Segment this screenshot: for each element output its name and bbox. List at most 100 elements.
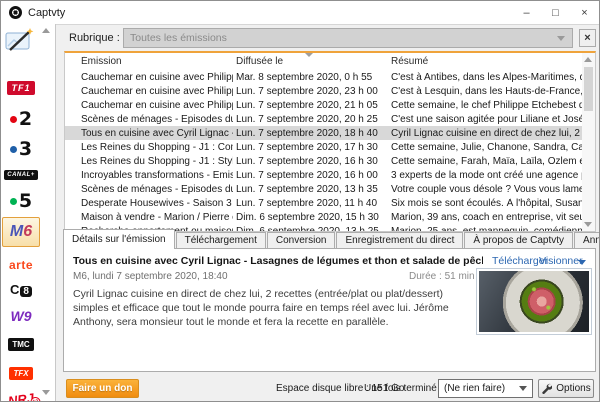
table-cell: Lun. 7 septembre 2020, 21 h 05 (236, 99, 378, 111)
channel-c8[interactable]: C8 (1, 281, 41, 299)
sort-descending-icon (305, 53, 313, 57)
channel-tf1[interactable]: TF1 (1, 81, 41, 95)
table-cell: Maison à vendre - Marion / Pierre et C..… (81, 211, 233, 223)
scroll-up-icon[interactable] (584, 57, 592, 62)
table-cell: Lun. 7 septembre 2020, 17 h 30 (236, 141, 378, 153)
table-cell: Cauchemar en cuisine avec Philippe Et... (81, 71, 233, 83)
channel-france5[interactable]: 5 (1, 190, 41, 212)
table-cell: Lun. 7 septembre 2020, 16 h 30 (236, 155, 378, 167)
table-cell: Lun. 7 septembre 2020, 13 h 35 (236, 183, 378, 195)
watch-dropdown-icon[interactable] (578, 260, 586, 265)
donate-button[interactable]: Faire un don (66, 379, 139, 398)
emissions-table: Émission Diffusée le Résumé Cauchemar en… (64, 51, 596, 232)
table-cell: Lun. 7 septembre 2020, 23 h 00 (236, 85, 378, 97)
w9-logo: W9 (10, 308, 32, 324)
emission-description: Cyril Lignac cuisine en direct de chez l… (73, 288, 449, 328)
channel-tfx[interactable]: TFX (1, 367, 41, 380)
sidebar-scroll-down-icon[interactable] (42, 390, 50, 395)
table-scrollbar[interactable] (582, 53, 595, 231)
table-row[interactable]: Cauchemar en cuisine avec Philippe Et...… (65, 70, 595, 84)
tab-annonces[interactable]: Annonces (574, 232, 599, 249)
table-row[interactable]: Scènes de ménages - Episodes du 07 s...L… (65, 182, 595, 196)
captvty-logo-icon (9, 6, 22, 19)
france3-logo: 3 (18, 138, 33, 160)
table-cell: Votre couple vous désole ? Vous vous lam… (391, 183, 595, 195)
france2-logo: 2 (18, 108, 33, 130)
maximize-button[interactable]: □ (541, 1, 570, 24)
table-cell: Marion, 39 ans, coach en entreprise, vit… (391, 211, 595, 223)
table-cell: Lun. 7 septembre 2020, 20 h 25 (236, 113, 378, 125)
table-cell: Lun. 7 septembre 2020, 11 h 40 (236, 197, 378, 209)
bottom-tabs: Détails sur l'émission Téléchargement Conv… (63, 229, 599, 249)
rubrique-clear-button[interactable]: × (579, 29, 596, 47)
column-header-emission[interactable]: Émission (65, 56, 233, 67)
table-row[interactable]: Cauchemar en cuisine avec Philippe Et...… (65, 98, 595, 112)
channel-m6-selected[interactable]: M6 (2, 217, 40, 247)
rubrique-combobox[interactable]: Toutes les émissions (123, 28, 573, 48)
emission-duration: Durée : 51 min (409, 271, 475, 282)
table-cell: Desperate Housewives - Saison 3 Episo... (81, 197, 233, 209)
emission-title: Tous en cuisine avec Cyril Lignac - Lasa… (73, 255, 483, 267)
channel-tmc[interactable]: TMC (1, 338, 41, 351)
table-cell: C'est à Antibes, dans les Alpes-Maritime… (391, 71, 595, 83)
dish-photo (479, 271, 589, 332)
when-done-label: Une fois terminé : (364, 383, 443, 394)
france3-dot-icon (9, 145, 17, 153)
watch-link[interactable]: Visionner (539, 255, 583, 267)
scroll-down-icon[interactable] (584, 222, 592, 227)
tab-conversion[interactable]: Conversion (266, 232, 336, 249)
table-row[interactable]: Cauchemar en cuisine avec Philippe Et...… (65, 84, 595, 98)
channel-wizard-button[interactable] (4, 28, 36, 54)
table-header: Émission Diffusée le Résumé (65, 53, 595, 70)
channel-sidebar: TF1 2 3 CANAL+ 5 M6 arte C8 W9 TMC TFX N… (1, 24, 56, 401)
table-row[interactable]: Maison à vendre - Marion / Pierre et C..… (65, 210, 595, 224)
table-cell: Cauchemar en cuisine avec Philippe Et... (81, 99, 233, 111)
table-cell: 3 experts de la mode ont créé une agence… (391, 169, 595, 181)
tab-t-l-chargement[interactable]: Téléchargement (175, 232, 266, 249)
table-cell: Six mois se sont écoulés. À l'hôpital, S… (391, 197, 595, 209)
scrollbar-thumb[interactable] (584, 67, 593, 111)
table-row[interactable]: Tous en cuisine avec Cyril Lignac - Las.… (65, 126, 595, 140)
channel-w9[interactable]: W9 (1, 308, 41, 324)
table-body: Cauchemar en cuisine avec Philippe Et...… (65, 70, 595, 231)
details-panel: Tous en cuisine avec Cyril Lignac - Lasa… (63, 248, 596, 372)
chevron-down-icon (557, 35, 565, 41)
table-row[interactable]: Incroyables transformations - Emissio...… (65, 168, 595, 182)
table-cell: Cette semaine, Farah, Maïa, Laïla, Ozlem… (391, 155, 595, 167)
channel-canalplus[interactable]: CANAL+ (1, 170, 41, 180)
magic-wand-icon (5, 28, 34, 51)
arte-logo: arte (8, 258, 33, 272)
table-cell: Incroyables transformations - Emissio... (81, 169, 233, 181)
tab-enregistrement-du-direct[interactable]: Enregistrement du direct (336, 232, 464, 249)
table-cell: Tous en cuisine avec Cyril Lignac - Las.… (81, 127, 233, 139)
table-cell: C'est à Lesquin, dans les Hauts-de-Franc… (391, 85, 595, 97)
tab-d-tails-sur-l-mission[interactable]: Détails sur l'émission (63, 229, 175, 249)
france5-logo: 5 (18, 190, 33, 212)
channel-arte[interactable]: arte (1, 258, 41, 272)
chevron-down-icon (519, 386, 527, 391)
table-row[interactable]: Les Reines du Shopping - J1 : Compos...L… (65, 140, 595, 154)
tmc-logo: TMC (8, 338, 34, 351)
channel-france3[interactable]: 3 (1, 138, 41, 160)
when-done-select[interactable]: (Ne rien faire) (438, 379, 533, 398)
column-header-diffusee[interactable]: Diffusée le (233, 56, 385, 67)
captvty-window: Captvty – □ × TF1 2 3 CANAL+ 5 M6 arte C… (0, 0, 600, 402)
table-cell: Cette semaine, Julie, Chanone, Sandra, C… (391, 141, 595, 153)
minimize-button[interactable]: – (512, 1, 541, 24)
tf1-logo: TF1 (7, 81, 35, 95)
table-cell: Mar. 8 septembre 2020, 0 h 55 (236, 71, 373, 83)
table-row[interactable]: Desperate Housewives - Saison 3 Episo...… (65, 196, 595, 210)
table-row[interactable]: Scènes de ménages - Episodes du 07 s...L… (65, 112, 595, 126)
channel-nrj12[interactable]: NRJ12 (1, 390, 42, 401)
tab--propos-de-captvty[interactable]: À propos de Captvty (464, 232, 574, 249)
wrench-icon (542, 383, 553, 394)
emission-thumbnail (476, 268, 592, 335)
table-row[interactable]: Les Reines du Shopping - J1 : Stylée en.… (65, 154, 595, 168)
sidebar-scroll-up-icon[interactable] (42, 28, 50, 33)
channel-france2[interactable]: 2 (1, 108, 41, 130)
table-cell: Cauchemar en cuisine avec Philippe Et... (81, 85, 233, 97)
table-cell: Les Reines du Shopping - J1 : Stylée en.… (81, 155, 233, 167)
options-button[interactable]: Options (538, 379, 594, 398)
column-header-resume[interactable]: Résumé (385, 56, 595, 67)
close-button[interactable]: × (570, 1, 599, 24)
